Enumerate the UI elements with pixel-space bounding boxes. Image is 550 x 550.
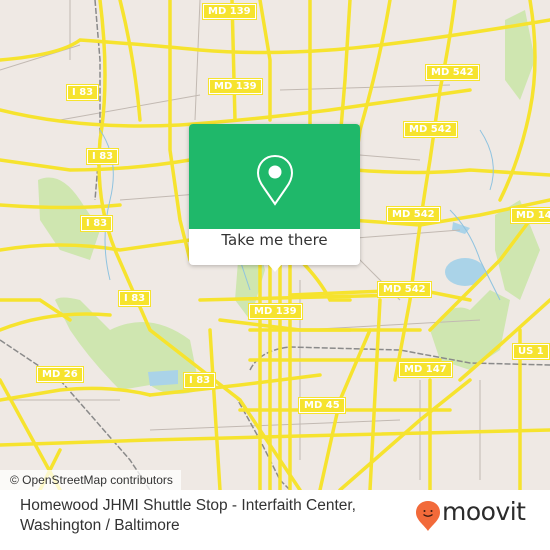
route-shield: MD 147 <box>510 207 550 224</box>
route-shield: I 83 <box>80 215 114 232</box>
route-shield: I 83 <box>183 372 217 389</box>
map[interactable]: MD 139 MD 542 MD 139 MD 542 I 83 I 83 MD… <box>0 0 550 490</box>
route-shield: MD 139 <box>208 78 263 95</box>
popup-header <box>189 124 360 229</box>
take-me-there-popup[interactable]: Take me there <box>189 124 360 272</box>
moovit-pin-icon <box>416 501 440 531</box>
route-shield: I 83 <box>66 84 100 101</box>
moovit-wordmark: moovit <box>442 497 526 526</box>
route-shield: MD 542 <box>386 206 441 223</box>
footer: Homewood JHMI Shuttle Stop - Interfaith … <box>0 490 550 550</box>
map-pin-icon <box>256 154 294 206</box>
route-shield: MD 542 <box>425 64 480 81</box>
route-shield: MD 45 <box>298 397 346 414</box>
route-shield: MD 139 <box>202 3 257 20</box>
route-shield: MD 139 <box>248 303 303 320</box>
route-shield: MD 542 <box>377 281 432 298</box>
route-shield: US 1 <box>512 343 550 360</box>
popup-pointer <box>268 264 282 272</box>
route-shield: I 83 <box>118 290 152 307</box>
osm-attribution[interactable]: © OpenStreetMap contributors <box>0 470 181 490</box>
route-shield: I 83 <box>86 148 120 165</box>
take-me-there-button[interactable]: Take me there <box>189 231 360 249</box>
route-shield: MD 147 <box>398 361 453 378</box>
moovit-logo[interactable]: moovit <box>415 497 535 531</box>
route-shield: MD 26 <box>36 366 84 383</box>
route-shield: MD 542 <box>403 121 458 138</box>
stop-title: Homewood JHMI Shuttle Stop - Interfaith … <box>20 497 356 534</box>
